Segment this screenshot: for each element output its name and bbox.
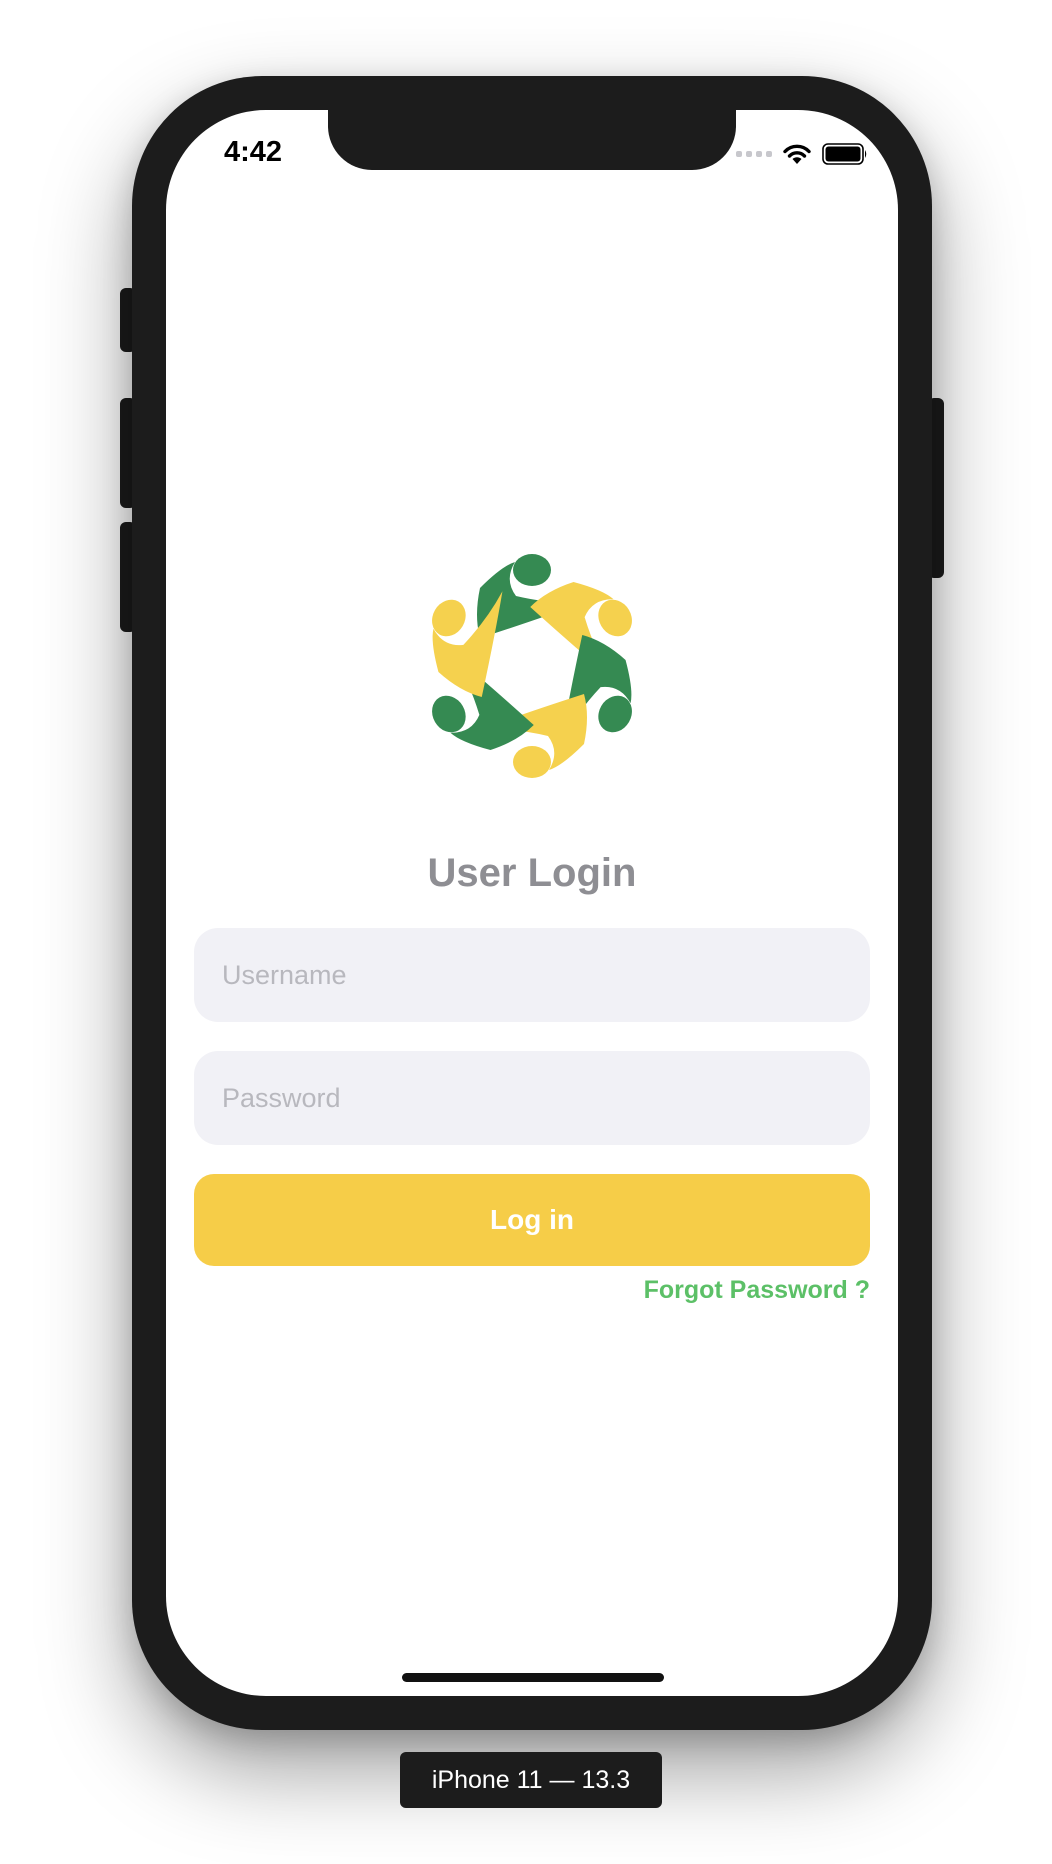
phone-screen: 4:42 User Login Username Log in Forgot P…: [166, 110, 898, 1696]
logo-figure-green: [561, 634, 632, 741]
cellular-signal-icon: [736, 151, 772, 157]
notch: [328, 110, 736, 170]
people-circle-logo: [432, 554, 632, 778]
battery-icon: [822, 143, 867, 165]
password-field[interactable]: [194, 1051, 870, 1145]
wifi-icon: [783, 144, 811, 164]
logo-figure-yellow: [432, 591, 503, 698]
home-indicator[interactable]: [402, 1673, 664, 1682]
status-indicators: [736, 143, 868, 165]
forgot-password-link[interactable]: Forgot Password ?: [644, 1276, 870, 1305]
page-title: User Login: [427, 851, 637, 895]
login-button[interactable]: Log in: [194, 1174, 870, 1266]
simulator-stage: 4:42 User Login Username Log in Forgot P…: [0, 0, 1052, 1864]
simulator-device-label: iPhone 11 — 13.3: [400, 1752, 662, 1808]
status-time: 4:42: [224, 136, 283, 168]
username-field[interactable]: [194, 928, 870, 1022]
